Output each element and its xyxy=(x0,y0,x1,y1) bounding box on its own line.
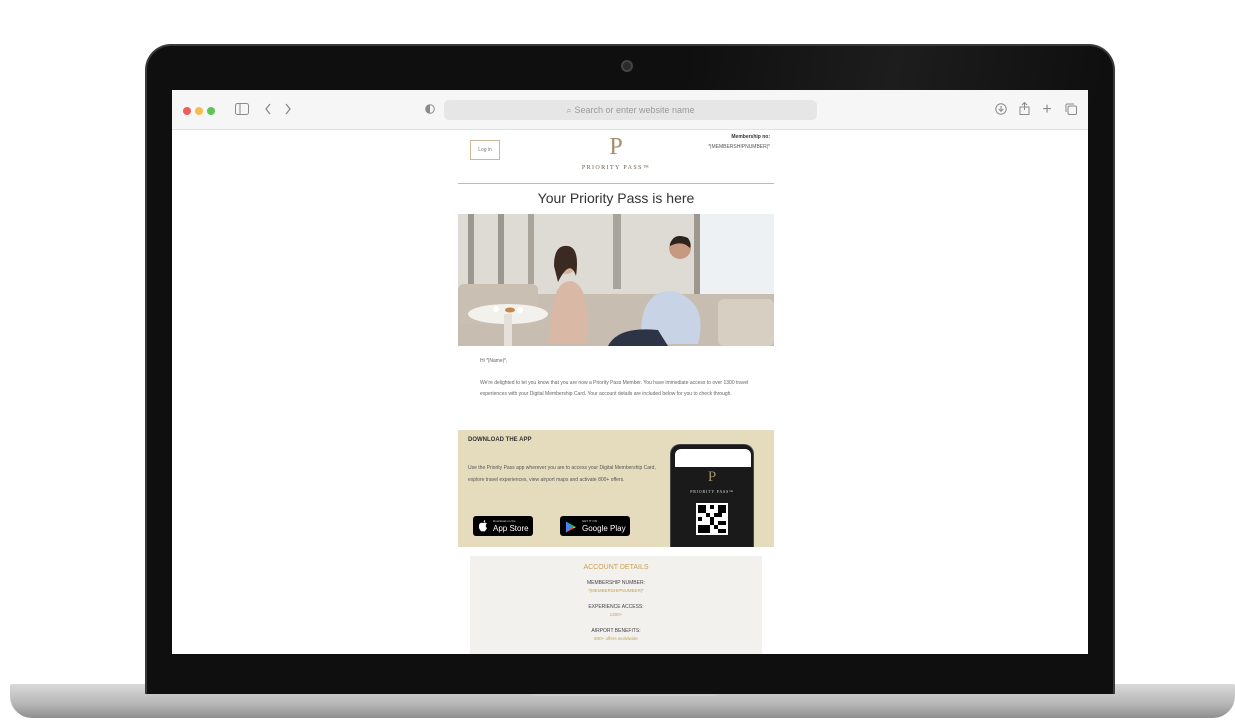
membership-value: *|MEMBERSHIPNUMBER|* xyxy=(708,144,770,150)
app-section-description: Use the Priority Pass app wherever you a… xyxy=(468,465,656,483)
search-icon: ⌕ xyxy=(566,105,572,115)
download-app-section: DOWNLOAD THE APP Use the Priority Pass a… xyxy=(458,430,774,547)
experience-access-value: 1300+ xyxy=(609,612,623,617)
back-icon[interactable] xyxy=(262,101,274,119)
greeting-text: Hi *|Name|*, xyxy=(480,358,508,364)
browser-window: ⌕ Search or enter website name + Log in P… xyxy=(172,90,1088,654)
new-tab-icon[interactable]: + xyxy=(1040,101,1054,119)
email-headline: Your Priority Pass is here xyxy=(537,190,695,206)
header-divider xyxy=(458,183,774,184)
intro-text: We're delighted to let you know that you… xyxy=(480,380,749,397)
membership-label: Membership no: xyxy=(731,134,770,140)
tabs-overview-icon[interactable] xyxy=(1064,101,1078,119)
experience-access-label: EXPERIENCE ACCESS: xyxy=(588,604,644,610)
address-bar[interactable]: ⌕ Search or enter website name xyxy=(444,100,817,120)
airport-benefits-value: 800+ offers worldwide xyxy=(594,636,638,641)
app-store-button[interactable]: Download on the App Store xyxy=(473,516,533,536)
share-icon[interactable] xyxy=(1017,101,1031,119)
app-store-caption: Download on the xyxy=(493,519,516,523)
account-details-title: ACCOUNT DETAILS xyxy=(583,564,649,571)
email-content: Log in P PRIORITY PASS™ Membership no: *… xyxy=(458,130,774,654)
google-play-button[interactable]: GET IT ON Google Play xyxy=(560,516,630,536)
phone-logo-letter: P xyxy=(707,469,717,485)
login-button[interactable]: Log in xyxy=(470,140,500,160)
hero-image xyxy=(458,214,774,346)
close-window-button[interactable] xyxy=(183,107,191,115)
membership-number-value: *|MEMBERSHIPNUMBER|* xyxy=(588,588,644,593)
account-details-section: ACCOUNT DETAILS MEMBERSHIP NUMBER: *|MEM… xyxy=(470,556,762,654)
laptop-mockup: ⌕ Search or enter website name + Log in P… xyxy=(0,0,1235,727)
apple-icon xyxy=(478,519,488,537)
sidebar-icon[interactable] xyxy=(234,101,250,119)
phone-logo-text: PRIORITY PASS™ xyxy=(690,489,734,494)
airport-benefits-label: AIRPORT BENEFITS: xyxy=(591,628,641,634)
forward-icon[interactable] xyxy=(282,101,294,119)
qr-code-icon xyxy=(696,503,728,535)
phone-status-bar xyxy=(675,449,751,467)
privacy-shield-icon[interactable] xyxy=(424,101,436,119)
membership-number-label: MEMBERSHIP NUMBER: xyxy=(587,580,645,586)
app-store-label: App Store xyxy=(493,524,529,533)
google-play-caption: GET IT ON xyxy=(582,519,597,523)
browser-toolbar: ⌕ Search or enter website name + xyxy=(172,90,1088,130)
minimize-window-button[interactable] xyxy=(195,107,203,115)
google-play-icon xyxy=(565,520,577,538)
address-placeholder: Search or enter website name xyxy=(574,105,695,115)
phone-mockup: P PRIORITY PASS™ xyxy=(670,444,754,547)
logo-letter: P xyxy=(609,134,623,160)
logo-text: PRIORITY PASS™ xyxy=(581,165,651,171)
zoom-window-button[interactable] xyxy=(207,107,215,115)
google-play-label: Google Play xyxy=(582,524,626,533)
download-icon[interactable] xyxy=(994,101,1008,119)
app-section-title: DOWNLOAD THE APP xyxy=(468,437,532,443)
camera-icon xyxy=(621,60,633,72)
